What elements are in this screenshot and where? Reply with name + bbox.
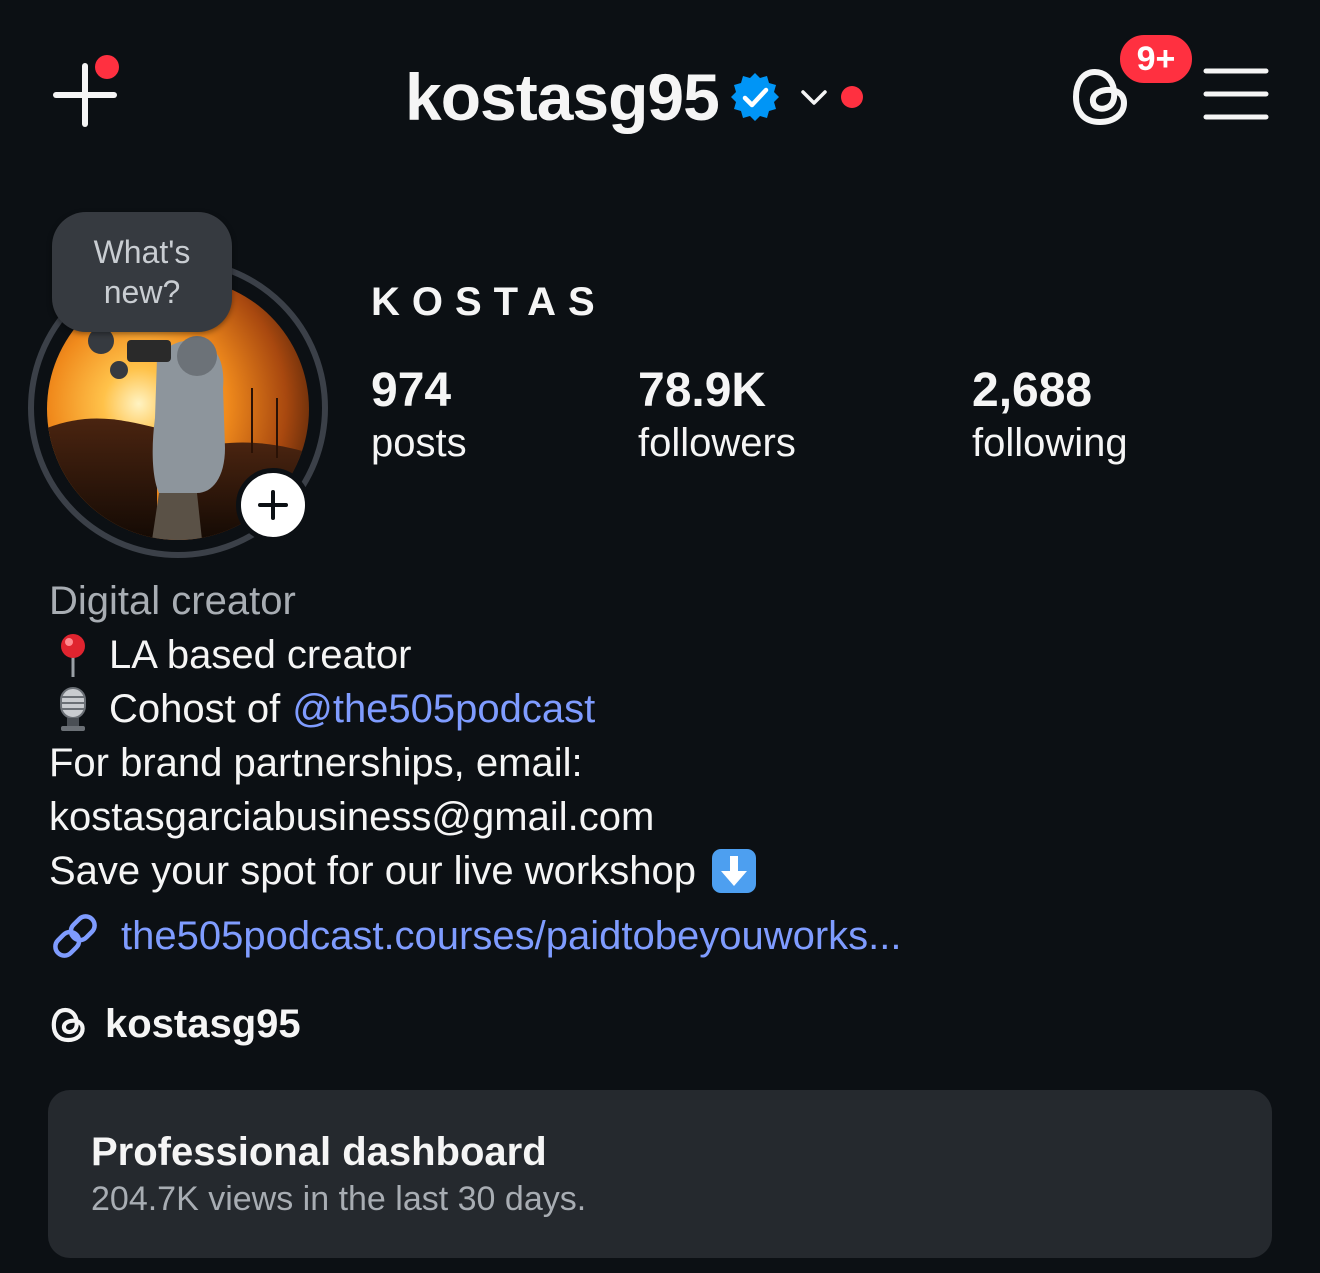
add-story-button[interactable]	[236, 468, 310, 542]
stat-label: posts	[371, 421, 467, 465]
link-icon	[53, 914, 97, 958]
notification-badge: 9+	[1117, 32, 1195, 86]
stat-label: followers	[638, 421, 796, 465]
bio-text: LA based creator	[109, 633, 412, 677]
top-bar: kostasg95 9+	[0, 0, 1320, 190]
mention-link[interactable]: @the505podcast	[292, 682, 595, 736]
round-pushpin-icon	[61, 634, 85, 677]
dashboard-subtitle: 204.7K views in the last 30 days.	[91, 1180, 587, 1218]
stat-following[interactable]: 2,688 following	[972, 364, 1128, 468]
microphone-icon	[60, 687, 86, 731]
bio: Digital creator LA based creator Cohost …	[49, 574, 1049, 898]
professional-dashboard-card[interactable]: Professional dashboard 204.7K views in t…	[48, 1090, 1272, 1258]
bio-link[interactable]: the505podcast.courses/paidtobeyouworks..…	[49, 910, 902, 962]
threads-profile-link[interactable]: kostasg95	[49, 1002, 301, 1047]
stat-label: following	[972, 421, 1128, 465]
note-prompt: What's new?	[93, 234, 191, 310]
account-switcher[interactable]: kostasg95	[405, 52, 863, 142]
bio-line: LA based creator	[49, 628, 1049, 682]
plus-icon	[258, 490, 288, 520]
stat-followers[interactable]: 78.9K followers	[638, 364, 796, 468]
bio-email: kostasgarciabusiness@gmail.com	[49, 795, 655, 839]
bio-text: Save your spot for our live workshop	[49, 849, 696, 893]
dashboard-title: Professional dashboard	[91, 1130, 547, 1174]
threads-handle: kostasg95	[105, 1002, 301, 1046]
stat-value: 974	[371, 364, 452, 417]
bio-text: Cohost of	[109, 687, 281, 731]
stat-value: 2,688	[972, 364, 1093, 417]
display-name: KOSTAS	[371, 280, 607, 324]
hamburger-menu-icon	[1203, 68, 1269, 120]
account-notification-dot	[840, 86, 863, 108]
chevron-down-icon	[801, 90, 827, 105]
bio-line: Cohost of @the505podcast	[49, 682, 1049, 736]
threads-icon	[51, 1007, 85, 1042]
category-label: Digital creator	[49, 579, 296, 623]
note-bubble-tail-small	[110, 361, 128, 379]
bio-line: For brand partnerships, email:	[49, 741, 583, 785]
note-bubble[interactable]: What's new?	[52, 212, 232, 332]
verified-badge-icon	[730, 73, 779, 121]
bio-link-text: the505podcast.courses/paidtobeyouworks..…	[121, 913, 902, 958]
stat-value: 78.9K	[638, 364, 767, 417]
stat-posts[interactable]: 974 posts	[371, 364, 467, 468]
header-username: kostasg95	[405, 60, 720, 134]
bio-line: Save your spot for our live workshop	[49, 844, 1049, 898]
create-notification-dot	[95, 55, 119, 79]
menu-button[interactable]	[1203, 66, 1269, 122]
down-arrow-button-icon	[711, 849, 756, 893]
